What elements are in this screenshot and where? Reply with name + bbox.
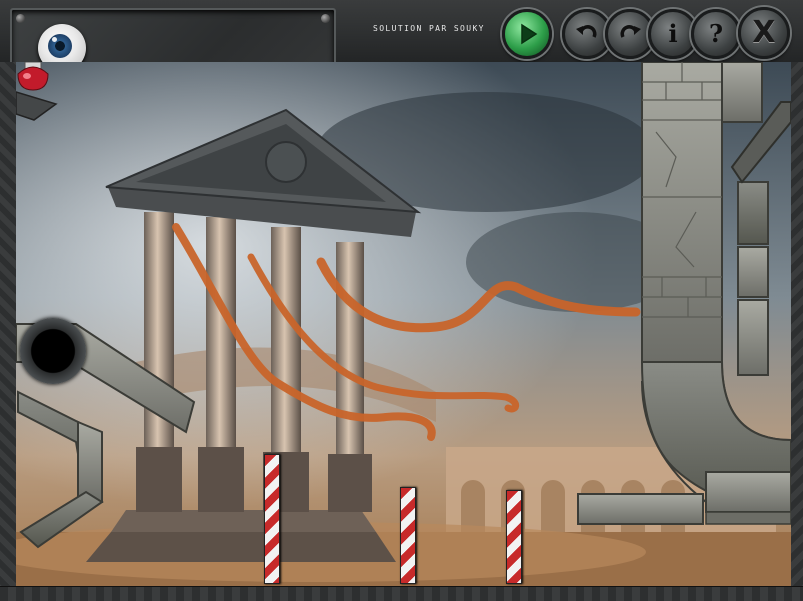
close-button[interactable]: X: [738, 7, 790, 59]
undo-icon: [576, 25, 597, 38]
exit-hole: [20, 318, 86, 384]
striped-pole[interactable]: [506, 490, 522, 584]
game-scene[interactable]: [16, 62, 791, 587]
red-bulb-icon[interactable]: [16, 62, 50, 92]
info-icon: i: [668, 19, 678, 48]
frame-bottom: [0, 586, 803, 601]
help-icon: ?: [708, 19, 724, 48]
rivet-icon: [321, 14, 330, 23]
play-icon: [521, 23, 538, 45]
play-button[interactable]: [502, 9, 552, 59]
rivet-icon: [16, 14, 25, 23]
frame-right: [791, 62, 803, 601]
redo-icon: [620, 25, 641, 38]
eye-highlight: [52, 37, 57, 42]
striped-pole[interactable]: [264, 454, 280, 584]
solution-label: SOLUTION PAR SOUKY: [373, 24, 485, 33]
help-button[interactable]: ?: [691, 9, 741, 59]
close-icon: X: [752, 15, 776, 50]
striped-pole[interactable]: [400, 487, 416, 584]
frame-left: [0, 62, 17, 601]
